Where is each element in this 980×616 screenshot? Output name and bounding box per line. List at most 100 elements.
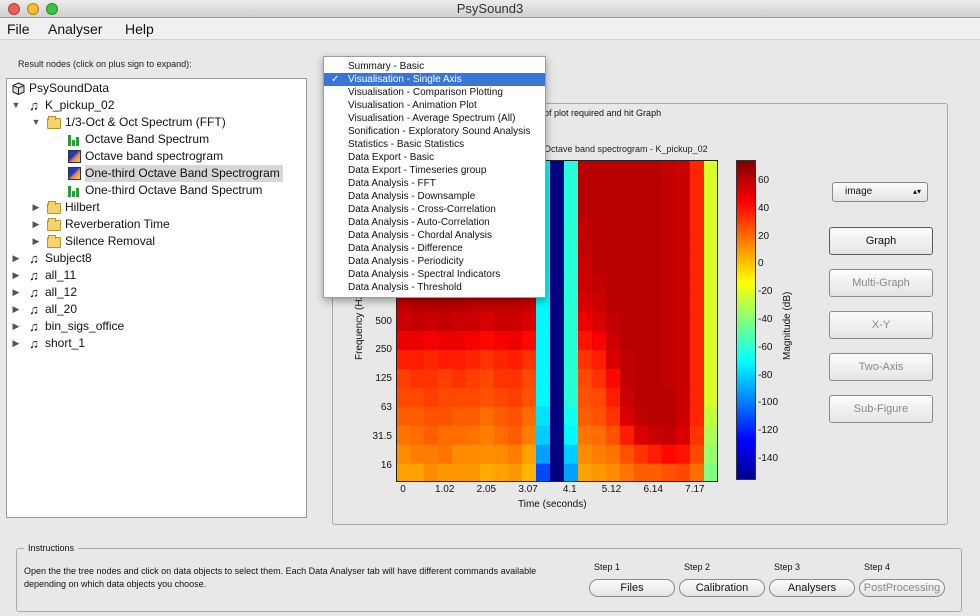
tree-item[interactable]: ▶ ♫ bin_sigs_office	[7, 318, 306, 335]
multi-graph-button[interactable]: Multi-Graph	[829, 269, 933, 297]
heatmap-cell	[606, 463, 621, 482]
dropdown-item[interactable]: Data Export - Basic	[324, 151, 545, 164]
dropdown-item[interactable]: Visualisation - Average Spectrum (All)	[324, 112, 545, 125]
disclosure-collapsed-icon[interactable]: ▶	[11, 335, 21, 352]
dropdown-item[interactable]: Data Analysis - Spectral Indicators	[324, 268, 545, 281]
heatmap-cell	[592, 349, 607, 369]
heatmap-cell	[606, 425, 621, 445]
tree-item[interactable]: Octave Band Spectrum	[7, 131, 306, 148]
heatmap-cell	[578, 387, 593, 407]
tree-item[interactable]: ▶ Hilbert	[7, 199, 306, 216]
tree-item-label: One-third Octave Band Spectrogram	[85, 165, 283, 182]
dropdown-item[interactable]: Data Analysis - Difference	[324, 242, 545, 255]
dropdown-item[interactable]: Sonification - Exploratory Sound Analysi…	[324, 125, 545, 138]
heatmap-cell	[634, 178, 649, 199]
heatmap-cell	[466, 406, 481, 426]
x-y-button[interactable]: X-Y	[829, 311, 933, 339]
heatmap-cell	[452, 349, 467, 369]
dropdown-item-label: Data Analysis - Downsample	[348, 191, 476, 202]
heatmap-cell	[550, 387, 565, 407]
heatmap-cell	[424, 349, 439, 369]
heatmap-cell	[648, 235, 663, 256]
heatmap-cell	[508, 425, 523, 445]
tree-root[interactable]: PsySoundData	[7, 80, 306, 97]
dropdown-item[interactable]: Visualisation - Animation Plot	[324, 99, 545, 112]
disclosure-collapsed-icon[interactable]: ▶	[11, 301, 21, 318]
tree-item-label: all_12	[45, 285, 78, 299]
calibration-button[interactable]: Calibration	[679, 579, 765, 597]
x-axis-label: Time (seconds)	[518, 499, 587, 510]
disclosure-expanded-icon[interactable]: ▼	[11, 97, 21, 114]
tree-item[interactable]: One-third Octave Band Spectrogram	[7, 165, 306, 182]
tree-item[interactable]: ▼ 1/3-Oct & Oct Spectrum (FFT)	[7, 114, 306, 131]
minimize-window-icon[interactable]	[27, 3, 39, 15]
disclosure-collapsed-icon[interactable]: ▶	[11, 267, 21, 284]
tree-item[interactable]: ▶ Silence Removal	[7, 233, 306, 250]
tree-item[interactable]: ▼ ♫ K_pickup_02	[7, 97, 306, 114]
dropdown-item[interactable]: Data Export - Timeseries group	[324, 164, 545, 177]
heatmap-cell	[704, 330, 718, 351]
dropdown-item-label: Visualisation - Single Axis	[348, 74, 462, 85]
heatmap-cell	[704, 406, 718, 426]
tree-item[interactable]: One-third Octave Band Spectrum	[7, 182, 306, 199]
analysers-button[interactable]: Analysers	[769, 579, 855, 597]
disclosure-collapsed-icon[interactable]: ▶	[31, 216, 41, 233]
zoom-window-icon[interactable]	[46, 3, 58, 15]
tree-item[interactable]: ▶ ♫ Subject8	[7, 250, 306, 267]
dropdown-item[interactable]: ✓ Visualisation - Single Axis	[324, 73, 545, 86]
files-button[interactable]: Files	[589, 579, 675, 597]
disclosure-collapsed-icon[interactable]: ▶	[11, 318, 21, 335]
y-tick-label: 31.5	[372, 431, 392, 442]
dropdown-item[interactable]: Summary - Basic	[324, 60, 545, 73]
heatmap-cell	[620, 311, 635, 332]
heatmap-cell	[452, 406, 467, 426]
close-window-icon[interactable]	[8, 3, 20, 15]
heatmap-cell	[410, 444, 425, 464]
disclosure-collapsed-icon[interactable]: ▶	[31, 233, 41, 250]
dropdown-item[interactable]: Data Analysis - Chordal Analysis	[324, 229, 545, 242]
tree-item-label: Reverberation Time	[65, 217, 170, 231]
dropdown-item[interactable]: Data Analysis - Cross-Correlation	[324, 203, 545, 216]
disclosure-collapsed-icon[interactable]: ▶	[11, 284, 21, 301]
tree-item[interactable]: ▶ ♫ short_1	[7, 335, 306, 352]
heatmap-cell	[606, 349, 621, 369]
heatmap-cell	[564, 406, 579, 426]
heatmap-cell	[550, 425, 565, 445]
menu-analyser[interactable]: Analyser	[48, 20, 102, 38]
sub-figure-button[interactable]: Sub-Figure	[829, 395, 933, 423]
dropdown-item[interactable]: Data Analysis - Auto-Correlation	[324, 216, 545, 229]
heatmap-cell	[676, 216, 691, 237]
heatmap-cell	[550, 330, 565, 351]
heatmap-cell	[396, 311, 411, 332]
two-axis-button[interactable]: Two-Axis	[829, 353, 933, 381]
dropdown-item[interactable]: Data Analysis - FFT	[324, 177, 545, 190]
dropdown-item[interactable]: Data Analysis - Threshold	[324, 281, 545, 294]
tree-item[interactable]: ▶ ♫ all_12	[7, 284, 306, 301]
heatmap-cell	[634, 235, 649, 256]
heatmap-cell	[550, 444, 565, 464]
graph-button[interactable]: Graph	[829, 227, 933, 255]
tree-item[interactable]: ▶ Reverberation Time	[7, 216, 306, 233]
tree-item[interactable]: Octave band spectrogram	[7, 148, 306, 165]
result-tree[interactable]: PsySoundData ▼ ♫ K_pickup_02 ▼ 1/3-Oct & Oct…	[6, 78, 307, 518]
dropdown-item[interactable]: Data Analysis - Downsample	[324, 190, 545, 203]
postprocessing-button[interactable]: PostProcessing	[859, 579, 945, 597]
analyser-dropdown-menu[interactable]: Summary - Basic ✓ Visualisation - Single A…	[323, 56, 546, 298]
heatmap-cell	[410, 330, 425, 351]
tree-item[interactable]: ▶ ♫ all_20	[7, 301, 306, 318]
heatmap-cell	[648, 178, 663, 199]
colorbar-tick-label: -20	[758, 286, 773, 298]
disclosure-expanded-icon[interactable]: ▼	[31, 114, 41, 131]
plot-type-select[interactable]: image ▴▾	[832, 182, 928, 202]
heatmap-cell	[438, 463, 453, 482]
heatmap-cell	[676, 273, 691, 294]
dropdown-item[interactable]: Data Analysis - Periodicity	[324, 255, 545, 268]
dropdown-item[interactable]: Statistics - Basic Statistics	[324, 138, 545, 151]
menu-help[interactable]: Help	[125, 20, 154, 38]
disclosure-collapsed-icon[interactable]: ▶	[31, 199, 41, 216]
dropdown-item[interactable]: Visualisation - Comparison Plotting	[324, 86, 545, 99]
disclosure-collapsed-icon[interactable]: ▶	[11, 250, 21, 267]
menu-file[interactable]: File	[7, 20, 30, 38]
tree-item[interactable]: ▶ ♫ all_11	[7, 267, 306, 284]
heatmap-cell	[634, 160, 649, 180]
